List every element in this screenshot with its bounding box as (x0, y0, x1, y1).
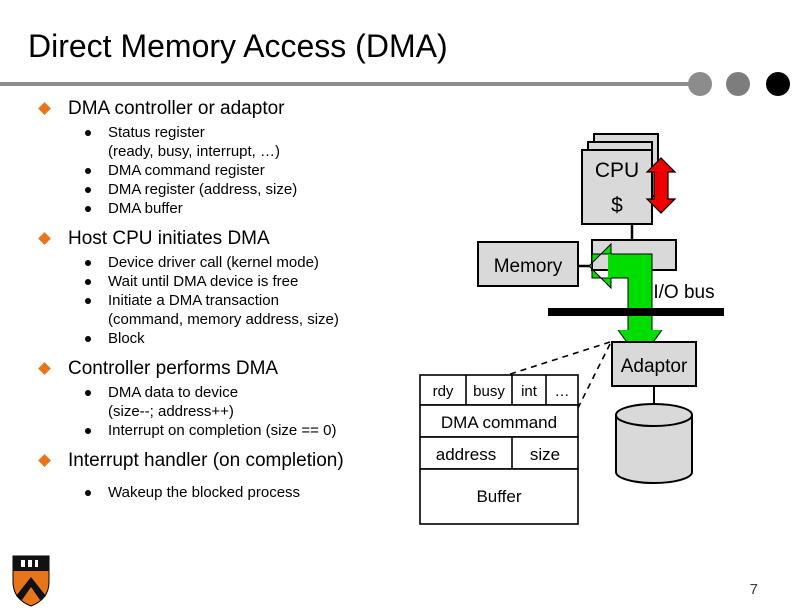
bullet-heading: Host CPU initiates DMA (0, 226, 420, 251)
adaptor-box (611, 341, 697, 387)
cache-label: $ (611, 194, 623, 217)
diamond-bullet-icon (38, 362, 51, 375)
status-cell-busy: busy (473, 383, 505, 400)
buffer-row (419, 468, 579, 525)
cpu-stack-mid (587, 141, 653, 205)
bullet-group: Controller performs DMA DMA data to devi… (0, 356, 420, 440)
status-register-row (419, 374, 579, 406)
bullet-heading: DMA controller or adaptor (0, 96, 420, 121)
dot-bullet-icon (85, 168, 91, 174)
memory-label: Memory (494, 256, 563, 277)
decorative-dot-icon (766, 72, 790, 96)
title-divider (0, 82, 692, 86)
page-number: 7 (749, 581, 758, 598)
bullet-item: Wait until DMA device is free (0, 272, 420, 291)
bullet-item: DMA register (address, size) (0, 180, 420, 199)
dot-bullet-icon (85, 336, 91, 342)
dot-bullet-icon (85, 390, 91, 396)
io-bus-bar (548, 308, 724, 316)
bullet-item: DMA data to device (size--; address++) (0, 383, 420, 421)
bullet-item: Status register (ready, busy, interrupt,… (0, 123, 420, 161)
bullet-item: Wakeup the blocked process (0, 475, 420, 502)
dot-bullet-icon (85, 279, 91, 285)
cpu-label: CPU (595, 159, 639, 182)
address-cell-label: address (436, 445, 496, 464)
bullet-group: DMA controller or adaptor Status registe… (0, 96, 420, 218)
dot-bullet-icon (85, 490, 91, 496)
dot-bullet-icon (85, 260, 91, 266)
bullet-item: DMA command register (0, 161, 420, 180)
size-cell-label: size (530, 445, 560, 464)
bridge-box (591, 239, 677, 271)
io-bus-label: I/O bus (653, 282, 714, 303)
cpu-stack-back (593, 133, 659, 197)
command-register-row (419, 404, 579, 438)
disk-cylinder-icon (615, 403, 693, 484)
command-register-label: DMA command (441, 413, 557, 432)
cpu-box (581, 149, 653, 225)
bullet-group: Host CPU initiates DMA Device driver cal… (0, 226, 420, 348)
decorative-dot-icon (688, 72, 712, 96)
status-cell-int: int (521, 383, 538, 400)
status-cell-rdy: rdy (433, 383, 454, 400)
princeton-shield-logo (12, 555, 50, 607)
diamond-bullet-icon (38, 102, 51, 115)
dma-transfer-green-arrow-icon (588, 242, 663, 361)
bullet-group: Interrupt handler (on completion) Wakeup… (0, 448, 420, 502)
dma-register-table: rdy busy int … DMA command address size … (419, 374, 579, 525)
adaptor-label: Adaptor (621, 356, 688, 377)
bullet-content: DMA controller or adaptor Status registe… (0, 96, 420, 506)
dot-bullet-icon (85, 187, 91, 193)
dot-bullet-icon (85, 206, 91, 212)
diamond-bullet-icon (38, 454, 51, 467)
buffer-label: Buffer (476, 487, 521, 506)
bullet-item: Block (0, 329, 420, 348)
bullet-heading: Interrupt handler (on completion) (0, 448, 420, 473)
dot-bullet-icon (85, 428, 91, 434)
bullet-item: Initiate a DMA transaction (command, mem… (0, 291, 420, 329)
dot-bullet-icon (85, 298, 91, 304)
cpu-memory-red-arrow-icon (645, 157, 677, 214)
status-cell-ellipsis: … (555, 383, 570, 400)
bullet-item: Device driver call (kernel mode) (0, 253, 420, 272)
bullet-item: Interrupt on completion (size == 0) (0, 421, 420, 440)
slide-canvas: Direct Memory Access (DMA) DMA controlle… (0, 0, 792, 612)
page-title: Direct Memory Access (DMA) (28, 28, 448, 64)
bullet-item: DMA buffer (0, 199, 420, 218)
callout-dashed-line-bottom (521, 343, 611, 521)
bullet-heading: Controller performs DMA (0, 356, 420, 381)
diamond-bullet-icon (38, 232, 51, 245)
memory-box (477, 241, 579, 287)
address-size-row (419, 436, 579, 470)
callout-dashed-line-top (497, 341, 611, 379)
dot-bullet-icon (85, 130, 91, 136)
decorative-dot-icon (726, 72, 750, 96)
